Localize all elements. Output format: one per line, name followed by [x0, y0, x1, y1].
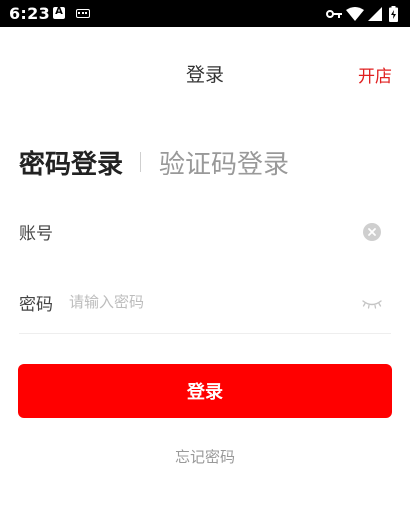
app-header: 登录 开店	[0, 27, 410, 117]
vpn-key-icon	[326, 10, 342, 18]
forgot-password-link[interactable]: 忘记密码	[0, 446, 410, 467]
eye-closed-icon[interactable]	[361, 296, 383, 310]
wifi-icon	[346, 7, 364, 21]
password-divider	[19, 333, 391, 334]
status-time: 6:23	[9, 4, 50, 23]
battery-charging-icon	[389, 6, 398, 22]
password-row: 密码	[19, 272, 391, 334]
tab-divider	[140, 152, 142, 172]
login-button[interactable]: 登录	[18, 364, 392, 418]
account-label: 账号	[19, 224, 53, 244]
tab-password-login[interactable]: 密码登录	[19, 144, 123, 181]
clear-icon[interactable]	[363, 223, 381, 241]
login-mode-tabs: 密码登录 验证码登录	[19, 142, 289, 182]
password-label: 密码	[19, 295, 53, 315]
account-row: 账号	[19, 201, 391, 263]
tab-code-login[interactable]: 验证码登录	[159, 144, 289, 181]
open-shop-link[interactable]: 开店	[358, 62, 392, 87]
account-input[interactable]	[69, 218, 339, 244]
page-title: 登录	[185, 64, 224, 86]
password-input[interactable]	[69, 289, 339, 315]
status-bar: 6:23 A	[0, 0, 410, 27]
cell-signal-icon	[368, 7, 382, 21]
a-notification-icon: A	[53, 6, 65, 19]
keyboard-icon	[76, 9, 90, 18]
